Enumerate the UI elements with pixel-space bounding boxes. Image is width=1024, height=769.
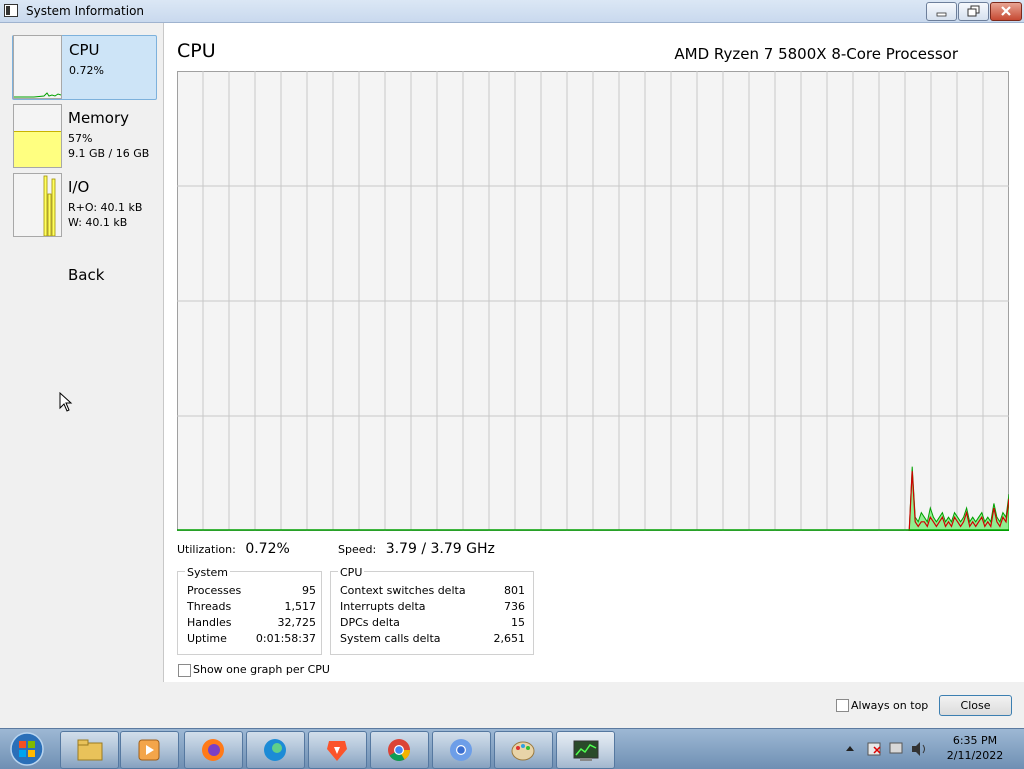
stat-value: 1,517 xyxy=(284,600,317,613)
stat-value: 2,651 xyxy=(493,632,526,645)
chromium-icon xyxy=(450,739,472,761)
nav-item-label: CPU xyxy=(69,41,100,59)
page-title: CPU xyxy=(177,40,216,62)
memory-mini-graph xyxy=(13,104,62,168)
speed-label: Speed: xyxy=(338,543,377,556)
stat-name: DPCs delta xyxy=(340,616,400,629)
group-label: System xyxy=(185,566,231,579)
always-on-top-checkbox[interactable] xyxy=(836,699,849,712)
dialog-footer: Always on top Close xyxy=(0,683,1024,728)
stat-value: 32,725 xyxy=(277,616,317,629)
group-label: CPU xyxy=(338,566,365,579)
network-icon xyxy=(889,742,903,754)
stat-value: 15 xyxy=(511,616,525,629)
nav-item-value: 57% xyxy=(68,132,93,145)
stat-value: 801 xyxy=(504,584,525,597)
minimize-icon xyxy=(936,12,947,17)
stat-name: Interrupts delta xyxy=(340,600,426,613)
taskbar-media-player[interactable] xyxy=(120,731,179,769)
edge-icon xyxy=(264,739,286,761)
nav-item-value: R+O: 40.1 kB xyxy=(68,201,143,214)
nav-item-label: I/O xyxy=(68,178,90,196)
clock-time: 6:35 PM xyxy=(952,734,998,747)
system-info-icon xyxy=(573,740,599,761)
mouse-cursor-icon xyxy=(59,392,73,412)
system-tray xyxy=(846,742,925,756)
start-button[interactable] xyxy=(4,731,50,767)
nav-item-label: Memory xyxy=(68,109,130,127)
restore-icon xyxy=(967,5,980,17)
app-icon xyxy=(4,4,18,17)
taskbar-chromium[interactable] xyxy=(432,731,491,769)
stat-name: System calls delta xyxy=(340,632,441,645)
taskbar-clock[interactable]: 6:35 PM 2/11/2022 xyxy=(940,733,1010,763)
always-on-top-label[interactable]: Always on top xyxy=(851,699,928,712)
firefox-icon xyxy=(202,739,224,761)
cpu-panel: CPU AMD Ryzen 7 5800X 8-Core Processor U… xyxy=(164,23,1024,682)
stat-name: Handles xyxy=(187,616,232,629)
cpu-mini-graph xyxy=(13,35,62,99)
memory-fill xyxy=(14,130,61,167)
stat-name: Context switches delta xyxy=(340,584,466,597)
speed-value: 3.79 / 3.79 GHz xyxy=(385,541,495,557)
taskbar-chrome[interactable] xyxy=(370,731,429,769)
utilization-label: Utilization: xyxy=(177,543,236,556)
one-graph-per-cpu-label[interactable]: Show one graph per CPU xyxy=(193,663,330,676)
close-button[interactable]: Close xyxy=(939,695,1012,716)
title-bar: System Information xyxy=(0,0,1024,23)
cpu-stats-group: CPU Context switches delta 801 Interrupt… xyxy=(330,566,534,655)
system-group: System Processes 95 Threads 1,517 Handle… xyxy=(177,566,322,655)
nav-item-value: W: 40.1 kB xyxy=(68,216,128,229)
close-window-button[interactable] xyxy=(990,2,1022,21)
utilization-value: 0.72% xyxy=(245,541,290,557)
media-player-icon xyxy=(138,739,160,761)
stat-value: 736 xyxy=(504,600,525,613)
chrome-icon xyxy=(388,739,410,761)
cpu-usage-graph xyxy=(177,71,1009,531)
stat-name: Uptime xyxy=(187,632,227,645)
stat-name: Threads xyxy=(187,600,232,613)
explorer-icon xyxy=(77,739,103,761)
taskbar-system-info[interactable] xyxy=(556,731,615,769)
taskbar: 6:35 PM 2/11/2022 xyxy=(0,728,1024,769)
clock-date: 2/11/2022 xyxy=(946,749,1004,762)
stat-name: Processes xyxy=(187,584,242,597)
paint-icon xyxy=(511,741,535,761)
window-title: System Information xyxy=(26,4,145,18)
processor-name: AMD Ryzen 7 5800X 8-Core Processor xyxy=(674,45,958,63)
io-mini-graph xyxy=(13,173,62,237)
brave-icon xyxy=(327,741,347,761)
close-icon xyxy=(1001,6,1011,16)
taskbar-brave[interactable] xyxy=(308,731,367,769)
show-hidden-icons-icon xyxy=(846,746,854,751)
volume-icon xyxy=(912,742,920,756)
taskbar-edge[interactable] xyxy=(246,731,305,769)
back-link[interactable]: Back xyxy=(68,266,104,284)
restore-button[interactable] xyxy=(958,2,989,21)
taskbar-explorer[interactable] xyxy=(60,731,119,769)
one-graph-per-cpu-checkbox[interactable] xyxy=(178,664,191,677)
nav-item-value: 9.1 GB / 16 GB xyxy=(68,147,150,160)
utilization-row: Utilization: 0.72% xyxy=(177,541,290,557)
taskbar-firefox[interactable] xyxy=(184,731,243,769)
speed-row: Speed: 3.79 / 3.79 GHz xyxy=(338,541,495,557)
stat-value: 95 xyxy=(302,584,316,597)
stat-value: 0:01:58:37 xyxy=(255,632,316,645)
navigation-pane: CPU 0.72% Memory 57% 9.1 GB / 16 GB I/O … xyxy=(0,23,164,682)
taskbar-paint[interactable] xyxy=(494,731,553,769)
minimize-button[interactable] xyxy=(926,2,957,21)
nav-item-value: 0.72% xyxy=(69,64,104,77)
